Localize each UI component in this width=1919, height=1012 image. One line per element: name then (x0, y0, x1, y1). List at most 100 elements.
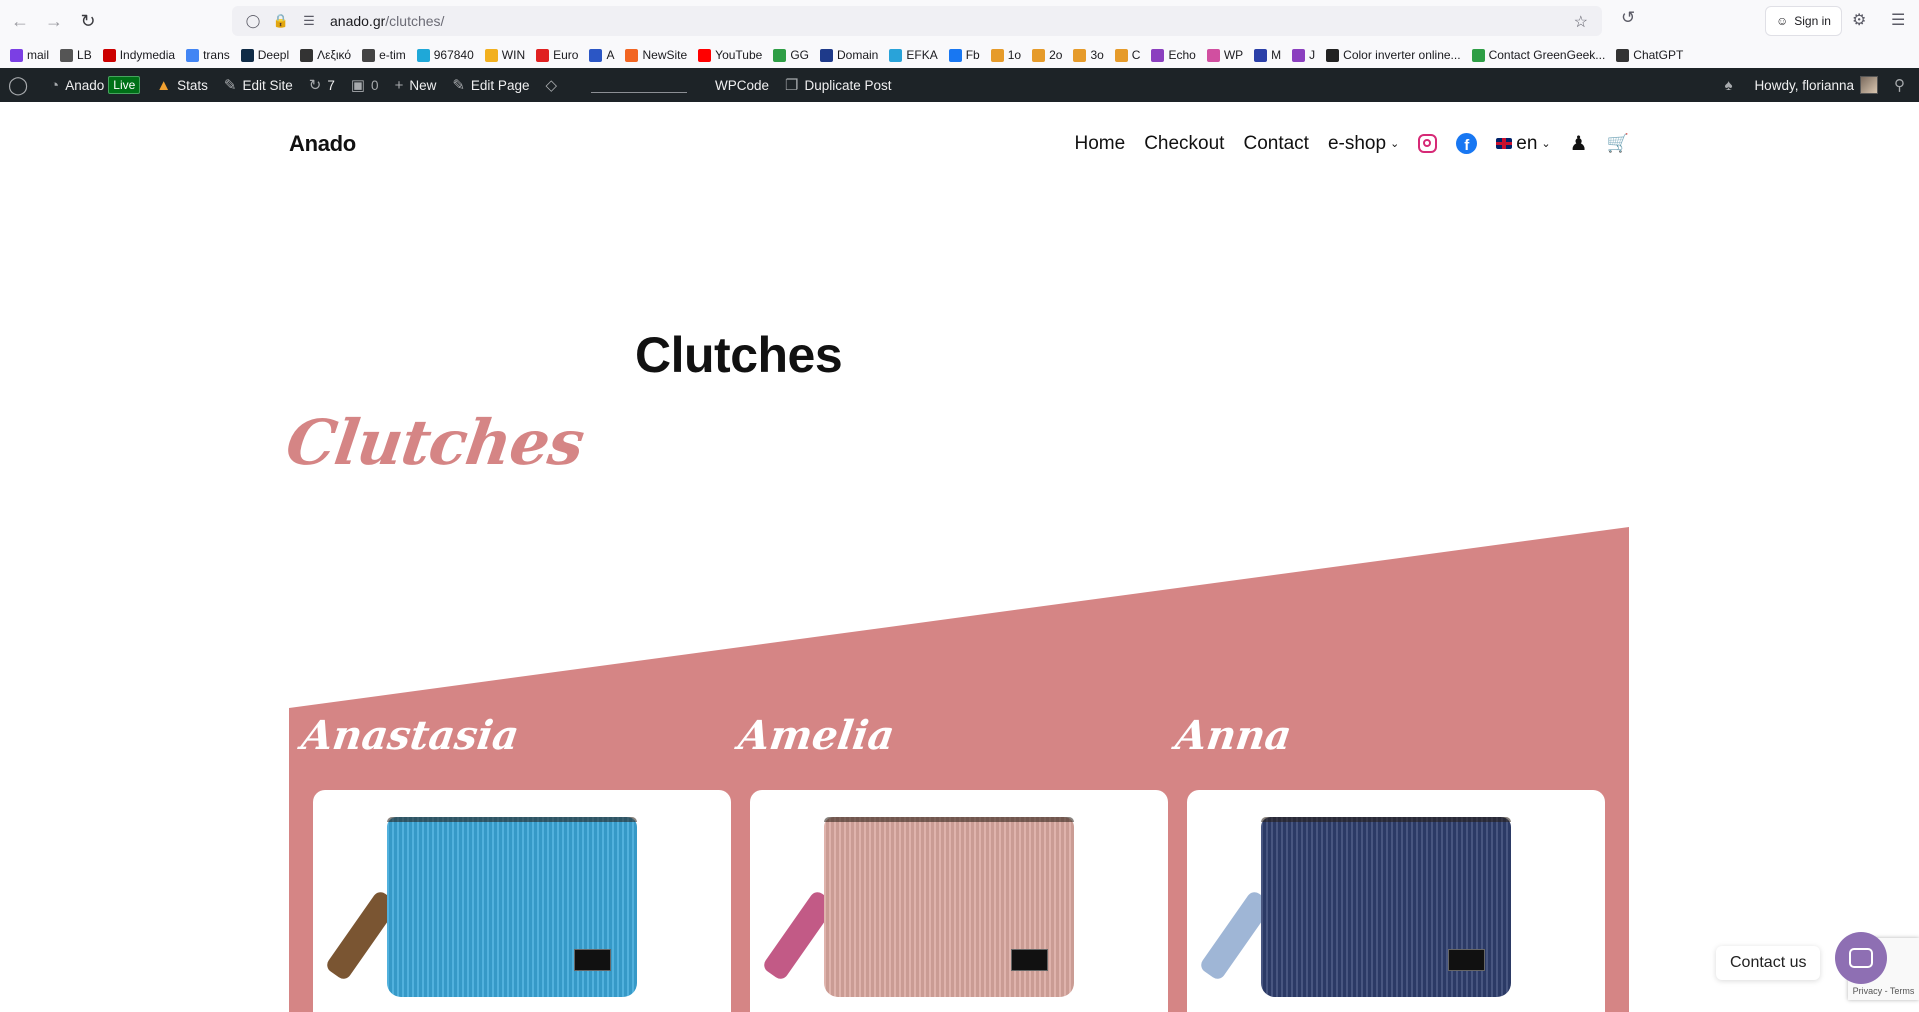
account-link[interactable]: ♟ (1570, 131, 1588, 156)
admin-seo[interactable]: ◇ (537, 68, 571, 102)
product-card[interactable] (750, 790, 1168, 1012)
bookmark-item[interactable]: Deepl (240, 48, 289, 62)
nav-eshop[interactable]: e-shop ⌄ (1328, 133, 1399, 155)
bookmark-label: NewSite (642, 48, 688, 62)
admin-edit-site[interactable]: ✎ Edit Site (216, 68, 301, 102)
language-switcher[interactable]: en ⌄ (1496, 133, 1551, 155)
product-name[interactable]: Amelia (736, 712, 1148, 759)
bookmark-item[interactable]: Λεξικό (300, 48, 351, 62)
bookmark-favicon-icon (773, 48, 787, 62)
bookmark-item[interactable]: GG (773, 48, 809, 62)
bookmark-item[interactable]: M (1254, 48, 1281, 62)
chat-icon (1849, 948, 1873, 968)
wpcode-label: WPCode (715, 77, 770, 93)
admin-stats[interactable]: ▲ Stats (148, 68, 216, 102)
admin-notifications[interactable]: ♠ (1716, 68, 1746, 102)
lock-icon[interactable]: 🔒 (273, 13, 289, 28)
bookmark-item[interactable]: mail (10, 48, 49, 62)
product-card[interactable] (313, 790, 731, 1012)
admin-updates[interactable]: ↻ 7 (301, 68, 343, 102)
back-icon[interactable]: ← (6, 7, 34, 35)
reload-icon[interactable]: ↻ (74, 7, 102, 35)
wp-admin-bar: ◯ ◔ Anado Live ▲ Stats ✎ Edit Site ↻ 7 ▣… (0, 68, 1919, 102)
bookmark-item[interactable]: trans (186, 48, 230, 62)
product-card[interactable] (1187, 790, 1605, 1012)
bookmark-favicon-icon (589, 48, 603, 62)
bookmark-item[interactable]: 967840 (416, 48, 474, 62)
plus-icon: + (394, 76, 404, 94)
bookmark-item[interactable]: ChatGPT (1616, 48, 1683, 62)
bookmark-item[interactable]: Echo (1151, 48, 1196, 62)
admin-search[interactable]: ⚲ (1886, 68, 1919, 102)
admin-traffic-sparkline[interactable] (571, 68, 707, 102)
bookmark-item[interactable]: Domain (820, 48, 878, 62)
menu-icon[interactable]: ☰ (1891, 10, 1905, 30)
edit-site-label: Edit Site (242, 77, 293, 93)
facebook-link[interactable]: f (1456, 133, 1478, 154)
bookmark-favicon-icon (1292, 48, 1306, 62)
bookmark-star-icon[interactable]: ☆ (1574, 12, 1588, 32)
bookmark-item[interactable]: e-tim (362, 48, 406, 62)
wordpress-logo-icon[interactable]: ◯ (0, 68, 42, 102)
forward-icon[interactable]: → (40, 7, 68, 35)
site-title[interactable]: Anado (289, 131, 356, 157)
bookmark-label: 967840 (433, 48, 474, 62)
bookmark-item[interactable]: Euro (536, 48, 578, 62)
bookmark-favicon-icon (240, 48, 254, 62)
bookmark-item[interactable]: J (1292, 48, 1315, 62)
bookmark-favicon-icon (1032, 48, 1046, 62)
updates-icon: ↻ (308, 77, 322, 94)
url-text[interactable]: anado.gr/clutches/ (330, 13, 444, 29)
permissions-icon[interactable]: ☰ (302, 13, 316, 28)
product-image[interactable] (1187, 790, 1605, 1012)
bookmark-item[interactable]: 3o (1073, 48, 1104, 62)
cart-link[interactable]: 🛒 (1607, 133, 1629, 154)
admin-wpcode[interactable]: WPCode (707, 68, 777, 102)
bookmark-label: M (1271, 48, 1282, 62)
history-icon[interactable]: ↺ (1621, 8, 1635, 28)
url-domain: anado.gr (330, 13, 386, 29)
bookmark-favicon-icon (484, 48, 498, 62)
bookmark-item[interactable]: WP (1206, 48, 1243, 62)
admin-edit-page[interactable]: ✎ Edit Page (444, 68, 537, 102)
product-name[interactable]: Anastasia (299, 712, 711, 759)
sign-in-button[interactable]: ☺ Sign in (1765, 6, 1842, 36)
bookmark-item[interactable]: YouTube (698, 48, 762, 62)
chevron-down-icon: ⌄ (1390, 138, 1400, 150)
nav-checkout[interactable]: Checkout (1144, 133, 1224, 155)
bookmark-item[interactable]: A (589, 48, 614, 62)
product-name[interactable]: Anna (1173, 712, 1585, 759)
contact-us-button[interactable]: Contact us (1716, 946, 1821, 980)
instagram-link[interactable] (1418, 134, 1438, 153)
extensions-icon[interactable]: ⚙ (1852, 10, 1866, 30)
brand-label (1448, 949, 1485, 971)
main-navigation: Home Checkout Contact e-shop ⌄ f en ⌄ ♟ … (1056, 131, 1630, 156)
bookmark-item[interactable]: EFKA (889, 48, 938, 62)
bookmark-label: Color inverter online... (1343, 48, 1461, 62)
admin-site-name[interactable]: ◔ Anado Live (42, 68, 148, 102)
admin-comments[interactable]: ▣ 0 (343, 68, 387, 102)
bookmark-item[interactable]: WIN (484, 48, 525, 62)
stats-label: Stats (177, 77, 208, 93)
bookmark-item[interactable]: NewSite (625, 48, 687, 62)
url-bar[interactable]: ◯ 🔒 ☰ anado.gr/clutches/ ☆ (232, 6, 1602, 36)
admin-duplicate-post[interactable]: ❐ Duplicate Post (777, 68, 900, 102)
bookmark-item[interactable]: 2o (1032, 48, 1062, 62)
product-image[interactable] (750, 790, 1168, 1012)
bookmark-favicon-icon (1471, 48, 1485, 62)
bookmark-item[interactable]: LB (60, 48, 92, 62)
bookmark-item[interactable]: Color inverter online... (1326, 48, 1461, 62)
product-image[interactable] (313, 790, 731, 1012)
shield-icon[interactable]: ◯ (246, 13, 261, 28)
chat-bubble-button[interactable] (1835, 932, 1887, 984)
bookmark-item[interactable]: Contact GreenGeek... (1471, 48, 1605, 62)
bookmark-item[interactable]: Indymedia (102, 48, 175, 62)
admin-account[interactable]: Howdy, florianna (1746, 68, 1886, 102)
bookmark-item[interactable]: Fb (948, 48, 980, 62)
dashboard-icon: ◔ (50, 76, 60, 94)
nav-contact[interactable]: Contact (1243, 133, 1308, 155)
admin-new[interactable]: + New (387, 68, 445, 102)
bookmark-item[interactable]: 1o (990, 48, 1021, 62)
nav-home[interactable]: Home (1075, 133, 1126, 155)
bookmark-item[interactable]: C (1114, 48, 1140, 62)
